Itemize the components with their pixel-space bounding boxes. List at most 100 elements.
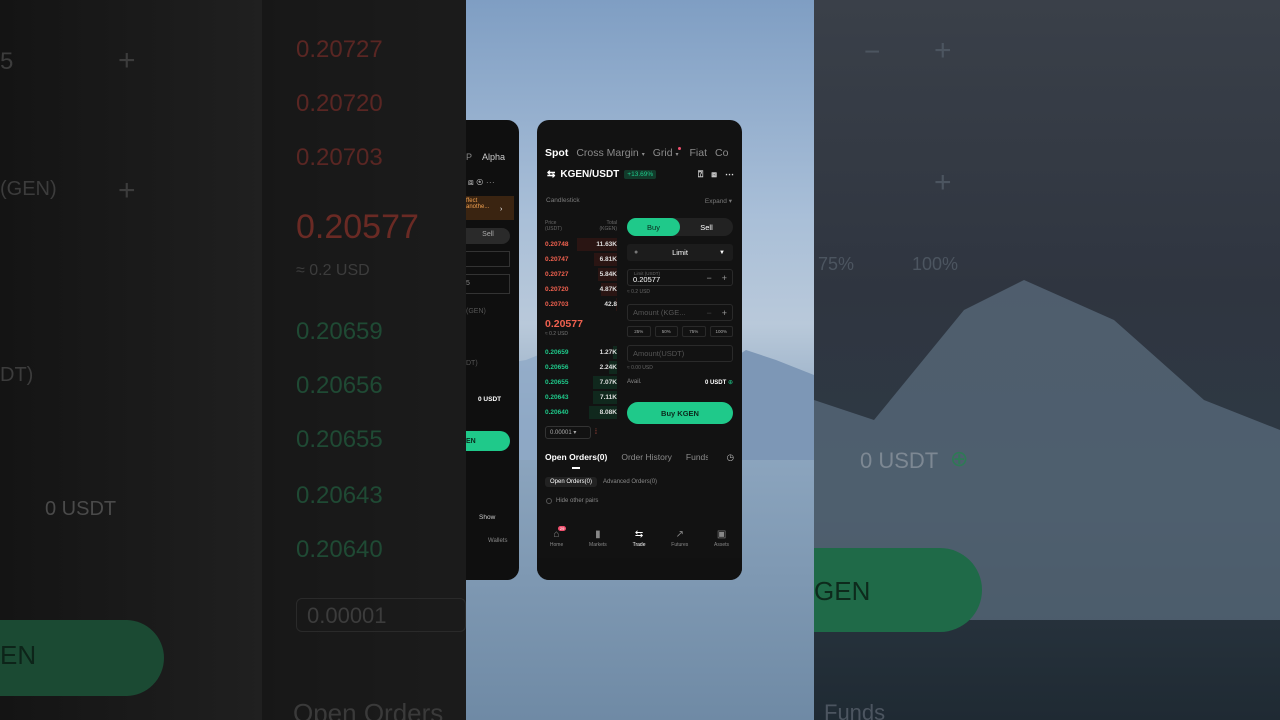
change-badge: +13.69% [624, 170, 657, 179]
ask-row[interactable]: 0.20727 5.84K [545, 267, 617, 282]
order-total: 6.81K [599, 256, 617, 263]
pct-75-button[interactable]: 75% [682, 326, 706, 337]
tab-order-history[interactable]: Order History [621, 452, 672, 463]
order-price: 0.20720 [545, 286, 569, 293]
order-book-header: Price (USDT) Total (KGEN) [545, 220, 617, 232]
bg-buy-button: EN [0, 620, 164, 696]
orderbook-layout-icon[interactable]: ⁞ [595, 429, 597, 436]
candlestick-label[interactable]: Candlestick [546, 197, 580, 205]
back-sell: Sell [466, 228, 510, 244]
back-icons: ⧈ ⊛ ⋯ [468, 177, 495, 187]
ask-row[interactable]: 0.20720 4.87K [545, 282, 617, 297]
tab-grid[interactable]: Grid ▾ [653, 147, 682, 159]
bid-row[interactable]: 0.20656 2.24K [545, 360, 617, 375]
bg-bid-price: 0.20640 [296, 536, 383, 563]
swap-icon[interactable]: ⇆ [547, 169, 555, 180]
clock-icon[interactable]: ◷ [727, 452, 734, 463]
plus-icon[interactable]: + [722, 273, 727, 283]
help-icon[interactable]: ⍰ [698, 169, 703, 180]
ask-row[interactable]: 0.20747 6.81K [545, 252, 617, 267]
orders-subtabs: Open Orders(0) Advanced Orders(0) [545, 477, 657, 487]
amount-field[interactable]: Amount (KGE... − + [627, 304, 733, 321]
back-tabs: P Alpha [466, 152, 506, 162]
assets-icon: ▣ [716, 529, 727, 540]
buy-kgen-button[interactable]: Buy KGEN [627, 402, 733, 424]
bid-row[interactable]: 0.20655 7.07K [545, 375, 617, 390]
nav-markets[interactable]: ▮ Markets [589, 529, 607, 559]
info-icon[interactable]: ● [634, 249, 638, 256]
hide-other-pairs[interactable]: Hide other pairs [546, 498, 598, 504]
nav-futures[interactable]: ↗ Futures [671, 529, 688, 559]
order-total: 4.87K [599, 286, 617, 293]
tab-copy[interactable]: Co [715, 147, 728, 159]
bid-row[interactable]: 0.20643 7.11K [545, 390, 617, 405]
precision-select[interactable]: 0.00001 ▾ [545, 426, 591, 439]
tab-open-orders[interactable]: Open Orders(0) [545, 452, 607, 469]
buy-tab[interactable]: Buy [627, 218, 680, 236]
tab-funds[interactable]: Funds [686, 452, 708, 463]
ask-row[interactable]: 0.20748 11.63K [545, 237, 617, 252]
nav-home[interactable]: ⌂ 29 Home [550, 526, 567, 559]
minus-icon[interactable]: − [706, 273, 711, 283]
order-price: 0.20703 [545, 301, 569, 308]
price-field[interactable]: Limit (USDT) 0.20577 − + [627, 269, 733, 286]
bid-row[interactable]: 0.20659 1.27K [545, 345, 617, 360]
bg-avail: 0 USDT [45, 498, 117, 520]
mid-price: 0.20577 [545, 318, 583, 330]
background-right: − + + 75% 100% 0 USDT ⊕ GEN Funds [814, 0, 1280, 720]
caret-down-icon: ▼ [719, 249, 725, 256]
pct-50-button[interactable]: 50% [654, 326, 678, 337]
subtab-advanced-orders[interactable]: Advanced Orders(0) [603, 477, 657, 487]
tab-cross-margin[interactable]: Cross Margin ▾ [576, 147, 644, 159]
recent-app-card-back[interactable]: P Alpha ⧈ ⊛ ⋯ ffect anothe... › Sell 5 (G… [466, 120, 519, 580]
pair-header: ⇆ KGEN/USDT +13.69% ⍰ ⧈ ⋯ [547, 169, 734, 180]
more-icon[interactable]: ⋯ [725, 169, 734, 180]
order-total: 42.8 [604, 301, 617, 308]
orders-tabs: Open Orders(0) Order History Funds ◷ [545, 452, 734, 469]
candlestick-section: Candlestick Expand ▾ [546, 197, 732, 205]
bid-row[interactable]: 0.20640 8.08K [545, 405, 617, 420]
order-form: Buy Sell ● Limit ▼ Limit (USDT) 0.20577 … [627, 218, 733, 424]
subtab-open-orders[interactable]: Open Orders(0) [545, 477, 598, 487]
pct-25-button[interactable]: 25% [627, 326, 651, 337]
sell-tab[interactable]: Sell [680, 218, 733, 236]
bg-ask-price: 0.20720 [296, 90, 383, 117]
expand-button[interactable]: Expand ▾ [705, 197, 732, 205]
bg-open-orders: Open Orders [293, 698, 444, 720]
tab-fiat[interactable]: Fiat [689, 147, 707, 159]
bg-bid-price: 0.20656 [296, 372, 383, 399]
background-left: 5 + (GEN) + DT) 0 USDT EN 0.20727 0.2072… [0, 0, 466, 720]
tab-spot[interactable]: Spot [545, 147, 568, 159]
pct-100-button[interactable]: 100% [709, 326, 733, 337]
home-bar [537, 558, 742, 580]
order-total: 7.07K [599, 379, 617, 386]
amount-usd: ≈ 0.00 USD [627, 365, 653, 371]
order-price: 0.20655 [545, 379, 569, 386]
pair-name[interactable]: KGEN/USDT [560, 169, 619, 180]
order-price: 0.20747 [545, 256, 569, 263]
price-value: 0.20577 [633, 275, 661, 284]
candlestick-icon[interactable]: ⧈ [711, 169, 717, 180]
order-price: 0.20727 [545, 271, 569, 278]
nav-assets[interactable]: ▣ Assets [714, 529, 729, 559]
ask-row[interactable]: 0.20703 42.8 [545, 297, 617, 312]
hide-pairs-checkbox[interactable] [546, 498, 552, 504]
recent-app-card-trade[interactable]: Spot Cross Margin ▾ Grid ▾ Fiat Co ⇆ KGE… [537, 120, 742, 580]
order-type-select[interactable]: ● Limit ▼ [627, 244, 733, 261]
bg-bid-price: 0.20659 [296, 318, 383, 345]
amount-usdt-field[interactable]: Amount(USDT) [627, 345, 733, 362]
price-usd: ≈ 0.2 USD [627, 289, 651, 295]
minus-icon[interactable]: − [706, 308, 711, 318]
back-select [466, 251, 510, 267]
nav-trade[interactable]: ⇆ Trade [633, 529, 646, 559]
amount-placeholder: Amount (KGE... [633, 308, 686, 317]
back-show: Show [479, 514, 496, 521]
add-funds-icon[interactable]: ⊕ [728, 380, 733, 386]
plus-icon[interactable]: + [722, 308, 727, 318]
caret-down-icon: ▾ [641, 152, 645, 158]
bg-fragment-dt: DT) [0, 364, 34, 386]
bg-mid-price: 0.20577 [296, 208, 419, 246]
precision-row: 0.00001 ▾ ⁞ [545, 426, 617, 439]
bg-mid-sub: ≈ 0.2 USD [296, 262, 370, 279]
bg-bid-price: 0.20655 [296, 426, 383, 453]
